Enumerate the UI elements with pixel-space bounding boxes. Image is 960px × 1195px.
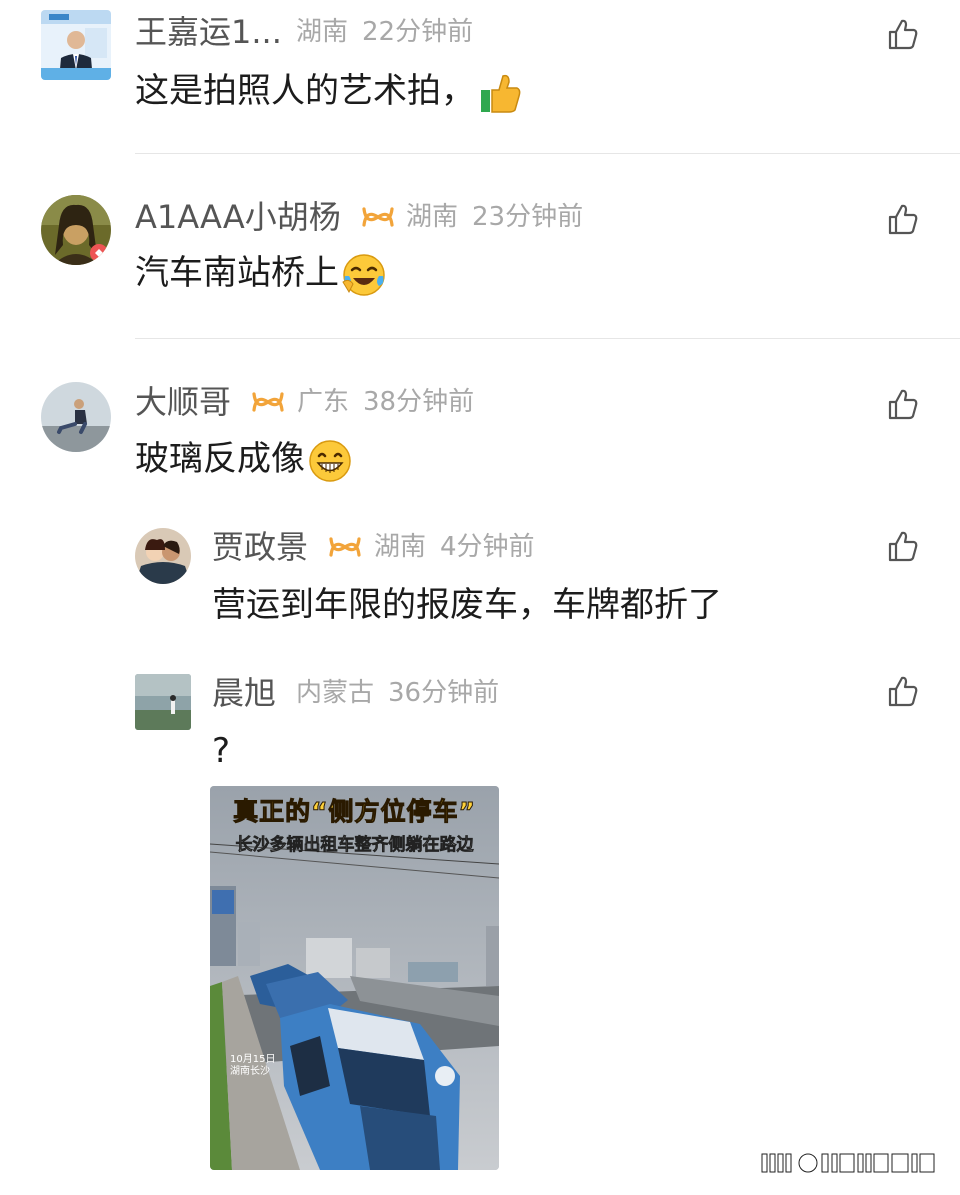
- comment-location: 广东: [297, 387, 350, 417]
- comment-time: 22分钟前: [362, 17, 474, 47]
- comment-text: 玻璃反成像: [135, 436, 353, 484]
- like-icon[interactable]: [886, 18, 920, 52]
- comment-time: 38分钟前: [363, 387, 475, 417]
- commenter-name[interactable]: 晨旭: [212, 673, 276, 713]
- comment-location: 湖南: [296, 17, 349, 47]
- divider: [135, 338, 960, 339]
- comment-time: 23分钟前: [472, 202, 584, 232]
- image-date: 10月15日: [230, 1054, 276, 1065]
- watermark-logo: [760, 1150, 940, 1176]
- thumbs-up-emoji: [477, 70, 523, 116]
- comment-location: 湖南: [406, 202, 459, 232]
- avatar[interactable]: [41, 382, 111, 452]
- comment-text: ?: [212, 731, 231, 771]
- grin-emoji: [307, 438, 353, 484]
- like-icon[interactable]: [886, 675, 920, 709]
- comment-location: 内蒙古: [296, 678, 375, 708]
- commenter-name[interactable]: 王嘉运1...: [135, 12, 282, 52]
- avatar[interactable]: [41, 195, 111, 265]
- infinity-badge-icon: [327, 533, 363, 561]
- comment-text-content: 玻璃反成像: [135, 439, 305, 479]
- comment-text: 营运到年限的报废车，车牌都折了: [212, 585, 722, 625]
- image-subtitle: 长沙多辆出租车整齐侧躺在路边: [235, 835, 474, 856]
- attached-image[interactable]: 真正的“侧方位停车” 长沙多辆出租车整齐侧躺在路边 10月15日 湖南长沙: [210, 786, 499, 1170]
- like-icon[interactable]: [886, 203, 920, 237]
- comment-location: 湖南: [374, 532, 427, 562]
- image-place: 湖南长沙: [230, 1066, 270, 1077]
- commenter-name[interactable]: A1AAA小胡杨: [135, 197, 341, 237]
- laugh-cry-emoji: [341, 252, 387, 298]
- commenter-name[interactable]: 大顺哥: [135, 382, 231, 422]
- commenter-name[interactable]: 贾政景: [212, 527, 308, 567]
- avatar[interactable]: [41, 10, 111, 80]
- like-icon[interactable]: [886, 530, 920, 564]
- comment-text-content: 汽车南站桥上: [135, 253, 339, 293]
- like-icon[interactable]: [886, 388, 920, 422]
- avatar[interactable]: [135, 528, 191, 584]
- divider: [135, 153, 960, 154]
- comment-text: 汽车南站桥上: [135, 250, 387, 298]
- infinity-badge-icon: [250, 388, 286, 416]
- image-title: 真正的“侧方位停车”: [233, 797, 476, 827]
- infinity-badge-icon: [360, 203, 396, 231]
- comment-text-content: 这是拍照人的艺术拍，: [135, 71, 475, 111]
- avatar[interactable]: [135, 674, 191, 730]
- comment-time: 36分钟前: [388, 678, 500, 708]
- image-date-caption: 10月15日 湖南长沙: [230, 1054, 275, 1078]
- comment-text: 这是拍照人的艺术拍，: [135, 68, 523, 116]
- comment-time: 4分钟前: [440, 532, 535, 562]
